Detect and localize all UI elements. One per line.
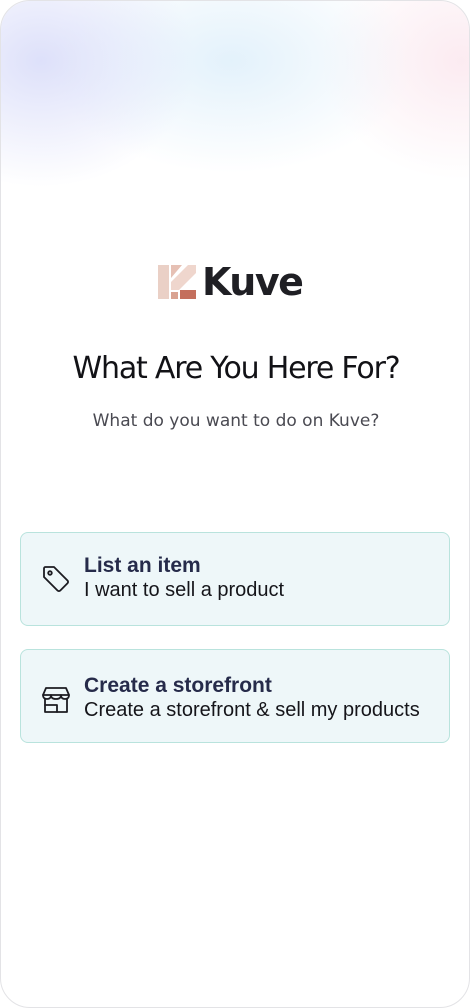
option-text: Create a storefront Create a storefront … xyxy=(84,673,441,722)
brand-name: Kuve xyxy=(202,260,304,304)
option-title: List an item xyxy=(84,554,201,577)
option-title: Create a storefront xyxy=(84,674,272,697)
create-storefront-option[interactable]: Create a storefront Create a storefront … xyxy=(20,649,450,743)
option-description: Create a storefront & sell my products xyxy=(84,699,420,721)
phone-screen: Kuve What Are You Here For? What do you … xyxy=(0,0,470,1008)
option-text: List an item I want to sell a product xyxy=(84,553,441,602)
page-title: What Are You Here For? xyxy=(72,351,401,386)
tag-icon xyxy=(43,566,69,592)
page-subtitle: What do you want to do on Kuve? xyxy=(92,411,380,431)
option-description: I want to sell a product xyxy=(84,579,285,601)
storefront-icon xyxy=(42,687,70,713)
background-gradient xyxy=(1,1,469,381)
kuve-logo: Kuve xyxy=(158,261,318,303)
list-item-option[interactable]: List an item I want to sell a product xyxy=(20,532,450,626)
kuve-logo-mark-icon xyxy=(158,265,196,299)
